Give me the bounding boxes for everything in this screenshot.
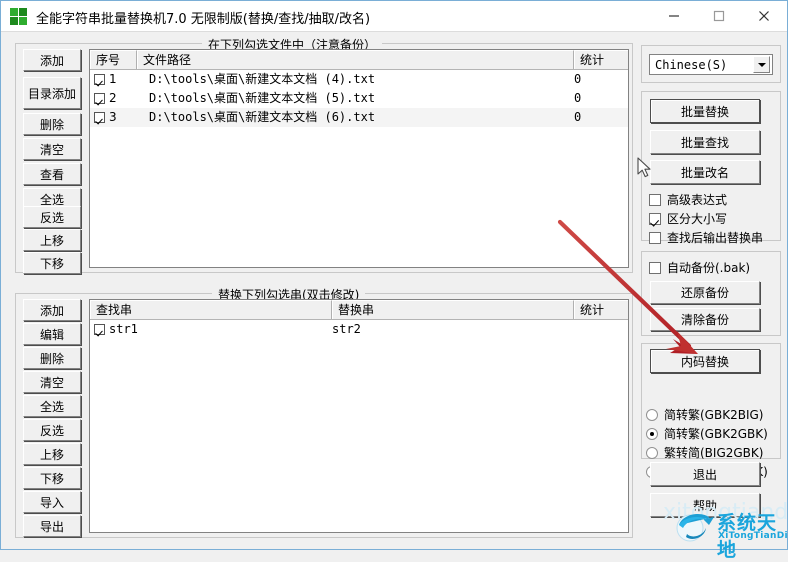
string-delete-button[interactable]: 删除 <box>23 347 81 369</box>
file-move-down-button[interactable]: 下移 <box>23 252 81 274</box>
file-view-button[interactable]: 查看 <box>23 163 81 185</box>
row-count: 0 <box>574 91 582 105</box>
string-col-replace[interactable]: 替换串 <box>332 300 574 319</box>
row-file-path: D:\tools\桌面\新建文本文档 (4).txt <box>149 72 376 86</box>
row-file-path: D:\tools\桌面\新建文本文档 (5).txt <box>149 91 376 105</box>
radio-gbk2big[interactable]: 简转繁(GBK2BIG) <box>646 406 763 423</box>
string-import-button[interactable]: 导入 <box>23 491 81 513</box>
row-file-path: D:\tools\桌面\新建文本文档 (6).txt <box>149 110 376 124</box>
window-title: 全能字符串批量替换机7.0 无限制版(替换/查找/抽取/改名) <box>36 12 371 27</box>
checkbox-box[interactable] <box>649 231 661 244</box>
file-add-button[interactable]: 添加 <box>23 49 81 71</box>
radio-label: 简转繁(GBK2GBK) <box>664 427 768 441</box>
string-invert-selection-button[interactable]: 反选 <box>23 419 81 441</box>
file-move-up-button[interactable]: 上移 <box>23 229 81 251</box>
string-select-all-button[interactable]: 全选 <box>23 395 81 417</box>
watermark-domain: XiTongTianDi.net <box>718 531 788 541</box>
close-button[interactable] <box>741 1 786 31</box>
string-row-count <box>574 320 628 339</box>
checkbox-box[interactable] <box>649 193 661 206</box>
batch-find-button[interactable]: 批量查找 <box>650 130 760 154</box>
row-checkbox[interactable] <box>94 93 105 104</box>
checkbox-label: 查找后输出替换串 <box>667 231 764 245</box>
file-add-directory-button[interactable]: 目录添加 <box>23 77 81 109</box>
encoding-selected-value: Chinese(S) <box>655 57 728 72</box>
row-index: 3 <box>109 110 117 124</box>
checkbox-label: 高级表达式 <box>667 193 728 207</box>
table-row[interactable]: 1 D:\tools\桌面\新建文本文档 (4).txt 0 <box>90 70 628 89</box>
row-count: 0 <box>574 72 582 86</box>
file-col-path[interactable]: 文件路径 <box>137 50 574 69</box>
file-row-check-index[interactable]: 1 <box>90 70 137 89</box>
file-row-check-index[interactable]: 3 <box>90 108 137 127</box>
maximize-button[interactable] <box>696 1 741 31</box>
string-move-up-button[interactable]: 上移 <box>23 443 81 465</box>
string-move-down-button[interactable]: 下移 <box>23 467 81 489</box>
checkbox-box[interactable] <box>649 261 661 274</box>
batch-replace-button[interactable]: 批量替换 <box>650 99 760 123</box>
checkbox-label: 自动备份(.bak) <box>667 261 751 275</box>
radio-box[interactable] <box>646 446 658 459</box>
help-button[interactable]: 帮助 <box>650 493 760 517</box>
case-sensitive-checkbox[interactable]: 区分大小写 <box>649 210 727 227</box>
encoding-replace-button[interactable]: 内码替换 <box>650 349 760 373</box>
file-col-count[interactable]: 统计 <box>574 50 628 69</box>
table-row[interactable]: str1 str2 <box>90 320 628 339</box>
string-col-count[interactable]: 统计 <box>574 300 628 319</box>
row-index: 2 <box>109 91 117 105</box>
encoding-select[interactable]: Chinese(S) <box>649 54 773 75</box>
output-replace-string-checkbox[interactable]: 查找后输出替换串 <box>649 229 763 246</box>
app-puzzle-icon <box>10 8 27 25</box>
checkbox-label: 区分大小写 <box>667 212 728 226</box>
restore-backup-button[interactable]: 还原备份 <box>650 281 760 304</box>
title-bar: 全能字符串批量替换机7.0 无限制版(替换/查找/抽取/改名) <box>1 1 787 32</box>
chevron-down-icon[interactable] <box>753 56 770 73</box>
checkbox-box[interactable] <box>649 212 661 225</box>
row-checkbox[interactable] <box>94 112 105 123</box>
string-export-button[interactable]: 导出 <box>23 515 81 537</box>
row-checkbox[interactable] <box>94 324 105 335</box>
string-row-find[interactable]: str1 <box>90 320 332 339</box>
radio-label: 简转繁(GBK2BIG) <box>664 408 764 422</box>
radio-box[interactable] <box>646 408 658 421</box>
minimize-button[interactable] <box>651 1 696 31</box>
radio-box[interactable] <box>646 427 658 440</box>
file-delete-button[interactable]: 删除 <box>23 113 81 135</box>
batch-rename-button[interactable]: 批量改名 <box>650 160 760 184</box>
string-edit-button[interactable]: 编辑 <box>23 323 81 345</box>
file-list-header: 序号 文件路径 统计 <box>90 50 628 70</box>
table-row[interactable]: 2 D:\tools\桌面\新建文本文档 (5).txt 0 <box>90 89 628 108</box>
application-window: 全能字符串批量替换机7.0 无限制版(替换/查找/抽取/改名) 在下列勾选文件中… <box>0 0 788 561</box>
radio-label: 繁转简(BIG2GBK) <box>664 446 764 460</box>
file-row-check-index[interactable]: 2 <box>90 89 137 108</box>
advanced-expression-checkbox[interactable]: 高级表达式 <box>649 191 727 208</box>
clear-backup-button[interactable]: 清除备份 <box>650 308 760 331</box>
file-list-view[interactable]: 序号 文件路径 统计 1 D:\tools\桌面\新建文本文档 (4).txt … <box>89 49 629 268</box>
file-invert-selection-button[interactable]: 反选 <box>23 206 81 228</box>
string-clear-button[interactable]: 清空 <box>23 371 81 393</box>
file-col-index[interactable]: 序号 <box>90 50 137 69</box>
row-count: 0 <box>574 110 582 124</box>
string-add-button[interactable]: 添加 <box>23 299 81 321</box>
string-list-view[interactable]: 查找串 替换串 统计 str1 str2 <box>89 299 629 533</box>
exit-button[interactable]: 退出 <box>650 462 760 486</box>
file-clear-button[interactable]: 清空 <box>23 138 81 160</box>
radio-gbk2gbk[interactable]: 简转繁(GBK2GBK) <box>646 425 768 442</box>
string-list-header: 查找串 替换串 统计 <box>90 300 628 320</box>
row-checkbox[interactable] <box>94 74 105 85</box>
string-col-find[interactable]: 查找串 <box>90 300 332 319</box>
table-row[interactable]: 3 D:\tools\桌面\新建文本文档 (6).txt 0 <box>90 108 628 127</box>
string-row-replace: str2 <box>332 322 361 336</box>
radio-big2gbk[interactable]: 繁转简(BIG2GBK) <box>646 444 763 461</box>
row-find-text: str1 <box>109 322 138 336</box>
auto-backup-checkbox[interactable]: 自动备份(.bak) <box>649 259 750 276</box>
row-index: 1 <box>109 72 117 86</box>
